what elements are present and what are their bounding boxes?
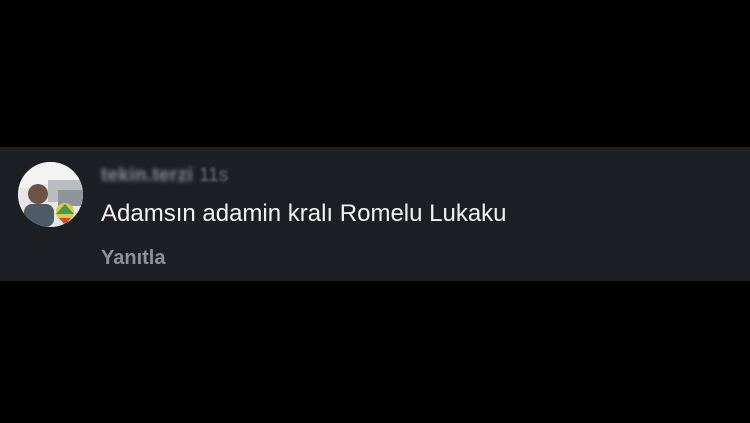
avatar[interactable] bbox=[18, 162, 83, 227]
profile-photo-icon bbox=[18, 162, 83, 227]
page: tekin.terzi 11s Adamsın adamin kralı Rom… bbox=[0, 0, 750, 423]
comment-text: Adamsın adamin kralı Romelu Lukaku bbox=[101, 200, 507, 227]
username[interactable]: tekin.terzi bbox=[101, 165, 193, 187]
comment-meta: tekin.terzi 11s bbox=[101, 165, 730, 189]
reply-button[interactable]: Yanıtla bbox=[101, 247, 165, 270]
comment-body: tekin.terzi 11s Adamsın adamin kralı Rom… bbox=[101, 165, 730, 270]
timestamp: 11s bbox=[199, 165, 229, 186]
comment-card: tekin.terzi 11s Adamsın adamin kralı Rom… bbox=[0, 147, 750, 281]
